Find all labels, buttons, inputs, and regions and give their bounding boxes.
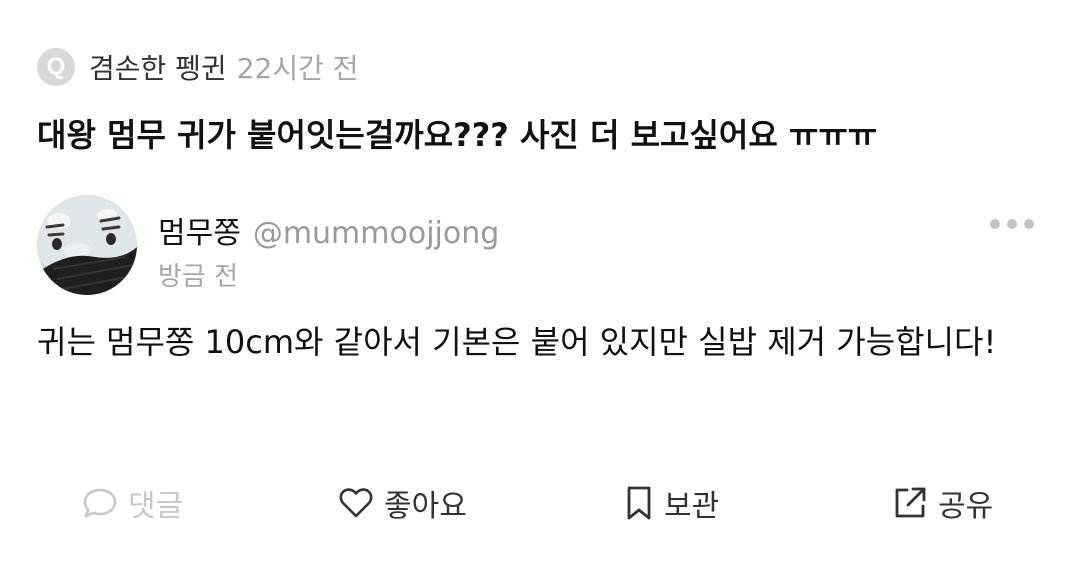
avatar-image [37,195,137,295]
more-options-button[interactable] [990,212,1034,236]
like-button[interactable]: 좋아요 [338,478,467,528]
question-text: 대왕 멈무 귀가 붙어잇는걸까요??? 사진 더 보고싶어요 ㅠㅠㅠ [37,116,878,154]
more-dot [1024,219,1034,229]
comment-button[interactable]: 댓글 [82,478,183,528]
save-button[interactable]: 보관 [624,478,719,528]
more-dot [1007,219,1017,229]
asker-name[interactable]: 겸손한 펭귄 [89,47,227,87]
author-handle[interactable]: @mummoojjong [253,216,499,251]
question-header: Q 겸손한 펭귄 22시간 전 [37,47,359,87]
share-external-icon [895,487,926,518]
question-time: 22시간 전 [236,52,359,85]
author-name[interactable]: 멈무쫑 [158,208,241,252]
question-badge-icon: Q [37,48,75,86]
bookmark-icon [627,486,651,520]
post-time: 방금 전 [158,262,239,292]
save-label: 보관 [664,489,720,524]
speech-bubble-icon [83,488,117,518]
author-line: 멈무쫑 @mummoojjong [158,208,499,252]
share-button[interactable]: 공유 [892,478,993,528]
reply-text: 귀는 멈무쫑 10cm와 같아서 기본은 붙어 있지만 실밥 제거 가능합니다! [37,323,997,361]
share-label: 공유 [938,489,994,524]
like-label: 좋아요 [384,489,467,524]
comment-label: 댓글 [128,489,184,524]
more-horizontal-icon [990,219,1000,229]
action-bar: 댓글 좋아요 보관 공유 [0,478,1080,528]
avatar[interactable] [37,195,137,295]
heart-icon [339,488,373,518]
